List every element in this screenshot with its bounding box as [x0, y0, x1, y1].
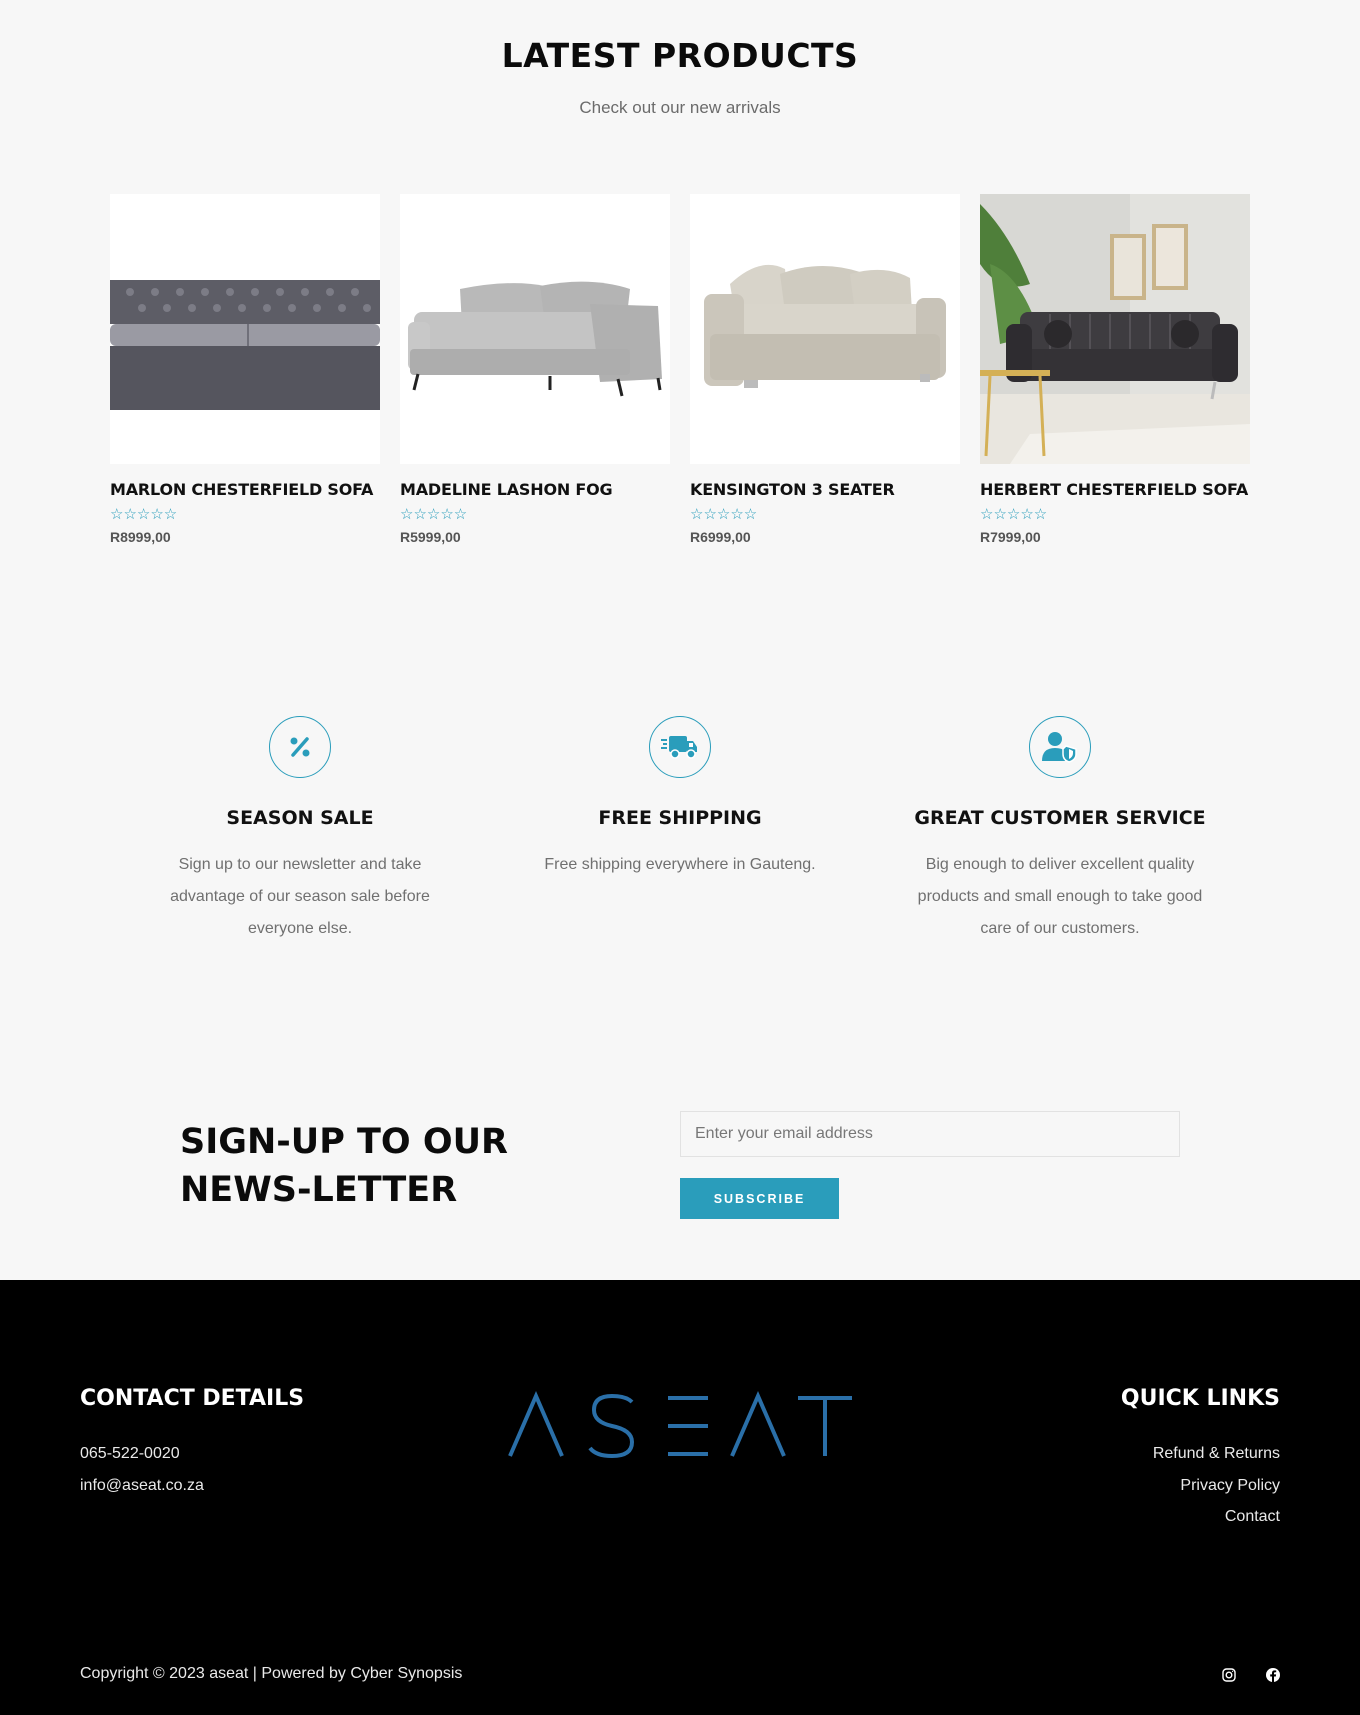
product-card[interactable]: HERBERT CHESTERFIELD SOFA ☆☆☆☆☆ R7999,00	[980, 194, 1250, 545]
instagram-icon[interactable]	[1221, 1667, 1237, 1683]
contact-heading: CONTACT DETAILS	[80, 1386, 305, 1411]
contact-link[interactable]: Contact	[1225, 1508, 1280, 1526]
feature-title: FREE SHIPPING	[598, 807, 762, 829]
product-image[interactable]	[110, 194, 380, 464]
product-price: R6999,00	[690, 529, 751, 545]
phone-link[interactable]: 065-522-0020	[80, 1445, 180, 1463]
subscribe-button[interactable]: SUBSCRIBE	[680, 1178, 839, 1219]
user-shield-icon	[1029, 716, 1091, 778]
section-title: LATEST PRODUCTS	[501, 36, 859, 75]
privacy-policy-link[interactable]: Privacy Policy	[1180, 1477, 1280, 1495]
newsletter-title: SIGN-UP TO OUR NEWS-LETTER	[180, 1122, 508, 1210]
product-price: R5999,00	[400, 529, 461, 545]
quick-links-heading: QUICK LINKS	[1120, 1386, 1280, 1411]
feature-text: Free shipping everywhere in Gauteng.	[544, 856, 816, 873]
feature-free-shipping: FREE SHIPPING Free shipping everywhere i…	[520, 716, 840, 881]
product-name[interactable]: MADELINE LASHON FOG	[400, 480, 670, 499]
product-grid: MARLON CHESTERFIELD SOFA ☆☆☆☆☆ R8999,00 …	[110, 194, 1250, 554]
aseat-logo[interactable]	[508, 1390, 854, 1460]
product-card[interactable]: MARLON CHESTERFIELD SOFA ☆☆☆☆☆ R8999,00	[110, 194, 380, 545]
refund-returns-link[interactable]: Refund & Returns	[1153, 1445, 1280, 1463]
rating-stars: ☆☆☆☆☆	[400, 506, 468, 523]
rating-stars: ☆☆☆☆☆	[980, 506, 1048, 523]
email-link[interactable]: info@aseat.co.za	[80, 1477, 204, 1495]
feature-text: Sign up to our newsletter and take advan…	[170, 856, 430, 937]
product-price: R7999,00	[980, 529, 1041, 545]
rating-stars: ☆☆☆☆☆	[690, 506, 758, 523]
copyright: Copyright © 2023 aseat | Powered by Cybe…	[80, 1665, 463, 1682]
product-image[interactable]	[980, 194, 1250, 464]
feature-customer-service: GREAT CUSTOMER SERVICE Big enough to del…	[900, 716, 1220, 945]
percent-icon	[269, 716, 331, 778]
footer: CONTACT DETAILS 065-522-0020 info@aseat.…	[0, 1280, 1360, 1715]
feature-text: Big enough to deliver excellent quality …	[917, 856, 1203, 937]
email-input[interactable]	[680, 1111, 1180, 1157]
product-image[interactable]	[690, 194, 960, 464]
section-subtitle: Check out our new arrivals	[579, 98, 781, 117]
product-name[interactable]: HERBERT CHESTERFIELD SOFA	[980, 480, 1250, 499]
product-name[interactable]: MARLON CHESTERFIELD SOFA	[110, 480, 380, 499]
product-image[interactable]	[400, 194, 670, 464]
feature-title: GREAT CUSTOMER SERVICE	[914, 807, 1206, 829]
feature-season-sale: SEASON SALE Sign up to our newsletter an…	[140, 716, 460, 945]
rating-stars: ☆☆☆☆☆	[110, 506, 178, 523]
product-card[interactable]: MADELINE LASHON FOG ☆☆☆☆☆ R5999,00	[400, 194, 670, 545]
delivery-truck-icon	[649, 716, 711, 778]
product-name[interactable]: KENSINGTON 3 SEATER	[690, 480, 960, 499]
facebook-icon[interactable]	[1265, 1667, 1281, 1683]
product-card[interactable]: KENSINGTON 3 SEATER ☆☆☆☆☆ R6999,00	[690, 194, 960, 545]
product-price: R8999,00	[110, 529, 171, 545]
feature-title: SEASON SALE	[226, 807, 374, 829]
